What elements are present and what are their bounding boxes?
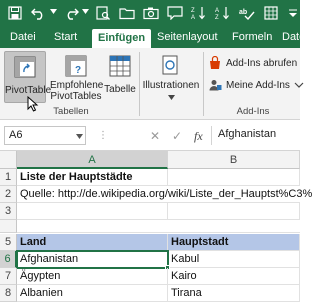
tabelle-label: Tabelle — [104, 84, 136, 95]
illustrationen-button[interactable]: Illustrationen — [142, 51, 200, 103]
group-label-tabellen: Tabellen — [53, 106, 89, 117]
folder-icon[interactable] — [118, 4, 136, 22]
cell-a3[interactable] — [17, 203, 168, 220]
cell-a1[interactable]: Liste der Hauptstädte — [17, 169, 168, 186]
group-separator — [139, 52, 140, 116]
row-header[interactable]: 7 — [0, 268, 17, 285]
illustrations-icon — [162, 55, 178, 75]
tabelle-button[interactable]: Tabelle — [104, 51, 136, 103]
cell-b7[interactable]: Kairo — [168, 268, 300, 285]
ribbon-tabs: Datei Start Einfügen Seitenlayout Formel… — [0, 26, 311, 48]
grid-icon[interactable] — [262, 4, 280, 22]
cell-b5[interactable]: Hauptstadt — [168, 234, 300, 251]
my-addins-button[interactable]: Meine Add-Ins — [208, 78, 304, 92]
recommended-pivottables-button[interactable]: ? Empfohlene PivotTables — [50, 51, 104, 103]
tab-einfuegen[interactable]: Einfügen — [92, 29, 152, 48]
ribbon: PivotTable ? Empfohlene PivotTables Tabe… — [0, 48, 304, 120]
svg-text:?: ? — [75, 65, 81, 76]
formula-input[interactable]: Afghanistan — [211, 126, 300, 145]
pivottable-label: PivotTable — [5, 85, 52, 96]
redo-icon[interactable] — [62, 4, 80, 22]
sort-descending-icon[interactable]: ZA — [190, 4, 208, 22]
tab-datei[interactable]: Datei — [10, 30, 36, 48]
formula-bar: A6 ⋮ ✕ ✓ fx Afghanistan — [0, 120, 300, 151]
title-bar: ZA AZ ab — [0, 0, 300, 26]
my-addins-dropdown-icon — [294, 82, 304, 88]
name-box-dropdown-icon[interactable] — [76, 134, 83, 139]
tab-daten[interactable]: Daten — [282, 30, 311, 48]
cell-b3[interactable] — [168, 203, 300, 220]
recommended-label-line2: PivotTables — [50, 91, 102, 102]
name-box-value: A6 — [9, 129, 23, 141]
my-addins-icon — [209, 80, 222, 91]
table-icon — [109, 55, 131, 77]
print-preview-icon[interactable] — [94, 4, 112, 22]
formula-bar-grip-icon: ⋮ — [98, 130, 108, 141]
pivottable-icon — [14, 56, 36, 78]
tab-formeln[interactable]: Formeln — [232, 30, 272, 48]
svg-text:A: A — [191, 15, 195, 20]
store-icon — [210, 56, 220, 69]
formula-value: Afghanistan — [218, 128, 277, 140]
illustrationen-label: Illustrationen — [142, 80, 200, 91]
cell-a5[interactable]: Land — [17, 234, 168, 251]
illustrations-dropdown-icon — [168, 95, 175, 100]
tab-start[interactable]: Start — [54, 30, 77, 48]
row-header-spacer — [0, 220, 17, 233]
cell-b6[interactable]: Kabul — [168, 251, 300, 268]
function-icon[interactable]: fx — [194, 129, 203, 144]
undo-dropdown-icon[interactable] — [50, 9, 57, 14]
row-header[interactable]: 3 — [0, 203, 17, 220]
row-header[interactable]: 5 — [0, 234, 17, 251]
svg-text:Z: Z — [215, 15, 219, 20]
cancel-icon[interactable]: ✕ — [150, 129, 160, 143]
select-all-corner[interactable] — [0, 151, 17, 169]
row-header[interactable]: 1 — [0, 169, 17, 186]
svg-text:A: A — [215, 8, 219, 14]
svg-text:ab: ab — [239, 9, 247, 16]
cell-b8[interactable]: Tirana — [168, 285, 300, 302]
enter-icon[interactable]: ✓ — [172, 129, 182, 143]
sort-ascending-icon[interactable]: AZ — [214, 4, 232, 22]
redo-dropdown-icon[interactable] — [82, 9, 89, 14]
svg-text:Z: Z — [191, 8, 195, 14]
undo-icon[interactable] — [30, 4, 48, 22]
row-header[interactable]: 2 — [0, 186, 17, 203]
cell-a6[interactable]: Afghanistan — [16, 250, 169, 269]
save-icon[interactable] — [6, 4, 24, 22]
addins-get-label: Add-Ins abrufen — [226, 57, 298, 69]
row-header[interactable]: 6 — [0, 251, 17, 268]
recommended-label-line1: Empfohlene — [50, 80, 104, 91]
column-header-a[interactable]: A — [17, 151, 168, 169]
addins-get-button[interactable]: Add-Ins abrufen — [208, 56, 297, 70]
tab-seitenlayout[interactable]: Seitenlayout — [157, 30, 218, 48]
spreadsheet-grid: A B 1 Liste der Hauptstädte 2 Quelle: ht… — [0, 151, 312, 302]
spacer-row — [0, 220, 300, 233]
pivottable-button[interactable]: PivotTable — [4, 51, 52, 112]
camera-icon[interactable] — [142, 4, 160, 22]
cell-a8[interactable]: Albanien — [17, 285, 168, 302]
quick-access-more-icon[interactable] — [284, 4, 302, 22]
row-header[interactable]: 8 — [0, 285, 17, 302]
recommended-pivottables-icon: ? — [65, 55, 87, 77]
cell-a7[interactable]: Ägypten — [17, 268, 168, 285]
column-header-b[interactable]: B — [168, 151, 300, 169]
cell-a2[interactable]: Quelle: http://de.wikipedia.org/wiki/Lis… — [17, 186, 312, 203]
my-addins-label: Meine Add-Ins — [226, 79, 290, 91]
spell-check-icon[interactable]: ab — [238, 4, 256, 22]
cell-b1[interactable] — [168, 169, 300, 186]
name-box[interactable]: A6 — [4, 126, 86, 145]
comment-icon[interactable] — [166, 4, 184, 22]
group-label-addins: Add-Ins — [236, 106, 270, 117]
group-separator — [203, 52, 204, 116]
